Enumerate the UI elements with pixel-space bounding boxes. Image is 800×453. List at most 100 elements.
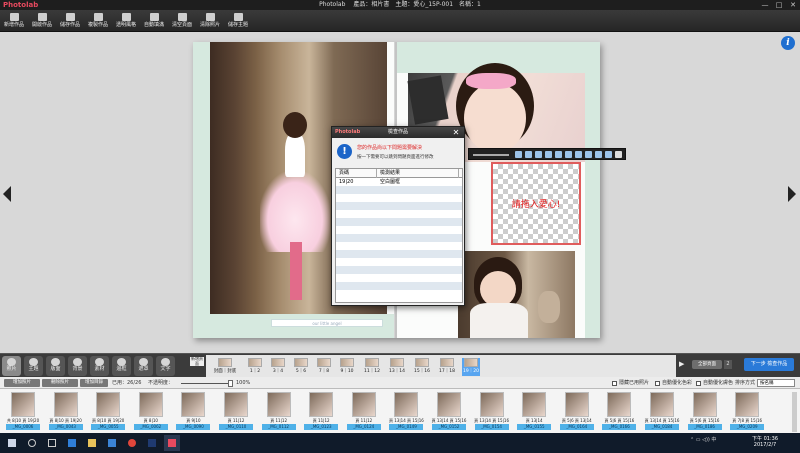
photo-usage: 頁 13|14 頁 15|16 <box>431 418 467 423</box>
explorer-taskbar-button[interactable] <box>84 435 100 451</box>
caption-box[interactable]: our little angel <box>271 319 383 327</box>
add-pages-button[interactable]: 新增頁面 <box>190 356 204 366</box>
remove-photo-button[interactable]: 刪除照片 <box>42 379 78 387</box>
save-project-button[interactable]: 儲存作品 <box>56 11 84 31</box>
page-thumb[interactable]: 5｜6 <box>292 358 310 376</box>
hide-used-checkbox[interactable] <box>612 381 617 386</box>
page-filter-select[interactable]: 全部頁面 <box>692 360 722 369</box>
open-project-button[interactable]: 開啟作品 <box>28 11 56 31</box>
tab-materials[interactable]: 素材 <box>90 356 109 376</box>
clear-page-button[interactable]: 清空頁面 <box>168 11 196 31</box>
page-thumb-cover[interactable]: 封面｜封底 <box>210 358 240 376</box>
photo-thumbnail[interactable]: 頁 7|8 頁 15|16 _MG_0209 <box>728 392 766 430</box>
page-thumb[interactable]: 11｜12 <box>363 358 381 376</box>
photo-thumbnail[interactable]: 頁 13|14 頁 15|16 _MG_0154 <box>473 392 511 430</box>
store-taskbar-button[interactable] <box>104 435 120 451</box>
info-icon[interactable]: i <box>781 36 795 50</box>
effect-icon[interactable] <box>585 151 592 158</box>
photo-thumbnail[interactable]: 頁 11|12 _MG_0110 <box>217 392 255 430</box>
flag-icon[interactable] <box>565 151 572 158</box>
scroll-right-arrow-icon[interactable]: ▶ <box>679 360 684 368</box>
add-photo-button[interactable]: 增加照片 <box>4 379 40 387</box>
copy-project-button[interactable]: 複製作品 <box>84 11 112 31</box>
photo-thumbnail[interactable]: 頁 8|10 頁 19|20 _MG_0055 <box>89 392 127 430</box>
photolab-taskbar-button[interactable] <box>164 435 180 451</box>
tab-masks[interactable]: 遮罩 <box>134 356 153 376</box>
next-step-button[interactable]: 下一步 檢查作品 <box>744 358 794 371</box>
frame-icon[interactable] <box>605 151 612 158</box>
page-thumb[interactable]: 9｜10 <box>338 358 356 376</box>
photo-thumbnail[interactable]: 頁 11|12 _MG_0124 <box>345 392 383 430</box>
page-thumb[interactable]: 15｜16 <box>413 358 431 376</box>
table-row[interactable]: 19|20 空白圖框 <box>336 178 462 186</box>
photo-thumbnail[interactable]: 頁 13|14 _MG_0155 <box>515 392 553 430</box>
photo-thumbnail[interactable]: 共 8|10 頁 19|20 _MG_0006 <box>4 392 42 430</box>
photo-thumbnail[interactable]: 頁 5|6 頁 13|14 _MG_0164 <box>558 392 596 430</box>
rotate-icon[interactable] <box>525 151 532 158</box>
tab-background[interactable]: 背景 <box>68 356 87 376</box>
maximize-button[interactable]: □ <box>772 0 786 10</box>
chrome-taskbar-button[interactable] <box>124 435 140 451</box>
photo-thumbnail[interactable]: 頁 13|14 頁 15|16 _MG_0149 <box>387 392 425 430</box>
photo-thumbnail[interactable]: 頁 8|10 頁 19|20 _MG_0043 <box>47 392 85 430</box>
minimize-button[interactable]: — <box>758 0 772 10</box>
photo-thumbnail[interactable]: 頁 11|12 _MG_0123 <box>302 392 340 430</box>
start-button[interactable] <box>4 435 20 451</box>
photo-usage: 頁 5|6 頁 15|16 <box>689 418 720 423</box>
previous-page-arrow-icon[interactable] <box>3 186 11 202</box>
system-tray[interactable]: ⌃ ▭ ◁)) 中 <box>690 437 716 443</box>
layer-icon[interactable] <box>575 151 582 158</box>
empty-photo-frame[interactable]: 請拖入愛心! <box>491 162 581 245</box>
page-thumb-selected[interactable]: 19｜20 <box>462 358 480 376</box>
opacity-slider-handle[interactable] <box>228 380 233 387</box>
page-thumb[interactable]: 17｜18 <box>438 358 456 376</box>
search-taskbar-button[interactable] <box>24 435 40 451</box>
page-thumb-label: 13｜14 <box>389 369 405 374</box>
opacity-label: 不透明度： <box>148 380 174 386</box>
zoom-slider[interactable] <box>473 154 509 156</box>
edge-taskbar-button[interactable] <box>64 435 80 451</box>
taskbar-clock[interactable]: 下午 01:36 2017/2/7 <box>748 436 782 448</box>
photo-thumbnail[interactable]: 頁 13|14 頁 15|16 _MG_0152 <box>430 392 468 430</box>
new-project-button[interactable]: 新增作品 <box>0 11 28 31</box>
dialog-close-button[interactable]: ✕ <box>449 127 463 138</box>
sort-select[interactable]: 按名稱 <box>757 379 795 387</box>
page-number[interactable]: 2 <box>724 360 732 369</box>
auto-fill-button[interactable]: 自動填滿 <box>140 11 168 31</box>
auto-skin-checkbox[interactable] <box>696 381 701 386</box>
photo-thumbnail[interactable]: 頁 5|6 頁 15|16 _MG_0166 <box>600 392 638 430</box>
clear-photos-button[interactable]: 清除照片 <box>196 11 224 31</box>
image-icon[interactable] <box>595 151 602 158</box>
photo-subject-legs <box>290 242 302 300</box>
photo-thumbnail[interactable]: 頁 11|12 _MG_0112 <box>260 392 298 430</box>
tab-text[interactable]: 文字 <box>156 356 175 376</box>
photo-thumbnail[interactable]: 頁 9|10 _MG_0090 <box>174 392 212 430</box>
arrange-icon[interactable] <box>555 151 562 158</box>
bottom-photo[interactable] <box>458 251 575 338</box>
page-thumb[interactable]: 13｜14 <box>388 358 406 376</box>
tab-photos[interactable]: 照片 <box>2 356 21 376</box>
add-folder-button[interactable]: 增加目錄 <box>80 379 108 387</box>
task-view-button[interactable] <box>44 435 60 451</box>
tab-frames[interactable]: 邊框 <box>112 356 131 376</box>
zoom-icon[interactable] <box>515 151 522 158</box>
page-thumb[interactable]: 1｜2 <box>246 358 264 376</box>
delete-icon[interactable] <box>615 151 622 158</box>
crop-icon[interactable] <box>535 151 542 158</box>
photo-thumbnail[interactable]: 頁 13|14 頁 15|16 _MG_0184 <box>643 392 681 430</box>
page-thumb[interactable]: 7｜8 <box>315 358 333 376</box>
close-button[interactable]: ✕ <box>786 0 800 10</box>
page-thumb[interactable]: 3｜4 <box>269 358 287 376</box>
next-page-arrow-icon[interactable] <box>788 186 796 202</box>
photo-thumbnail[interactable]: 頁 8|10 _MG_0062 <box>132 392 170 430</box>
flip-icon[interactable] <box>545 151 552 158</box>
tab-layout[interactable]: 版面 <box>46 356 65 376</box>
photo-strip-scrollbar[interactable] <box>792 392 797 432</box>
photo-thumbnail[interactable]: 頁 5|6 頁 15|16 _MG_0186 <box>686 392 724 430</box>
save-theme-button[interactable]: 儲存主題 <box>224 11 252 31</box>
tab-theme[interactable]: 主題 <box>24 356 43 376</box>
auto-color-checkbox[interactable] <box>655 381 660 386</box>
opacity-slider-track[interactable] <box>181 383 233 384</box>
transparent-style-button[interactable]: 透明風格 <box>112 11 140 31</box>
photoshop-taskbar-button[interactable] <box>144 435 160 451</box>
